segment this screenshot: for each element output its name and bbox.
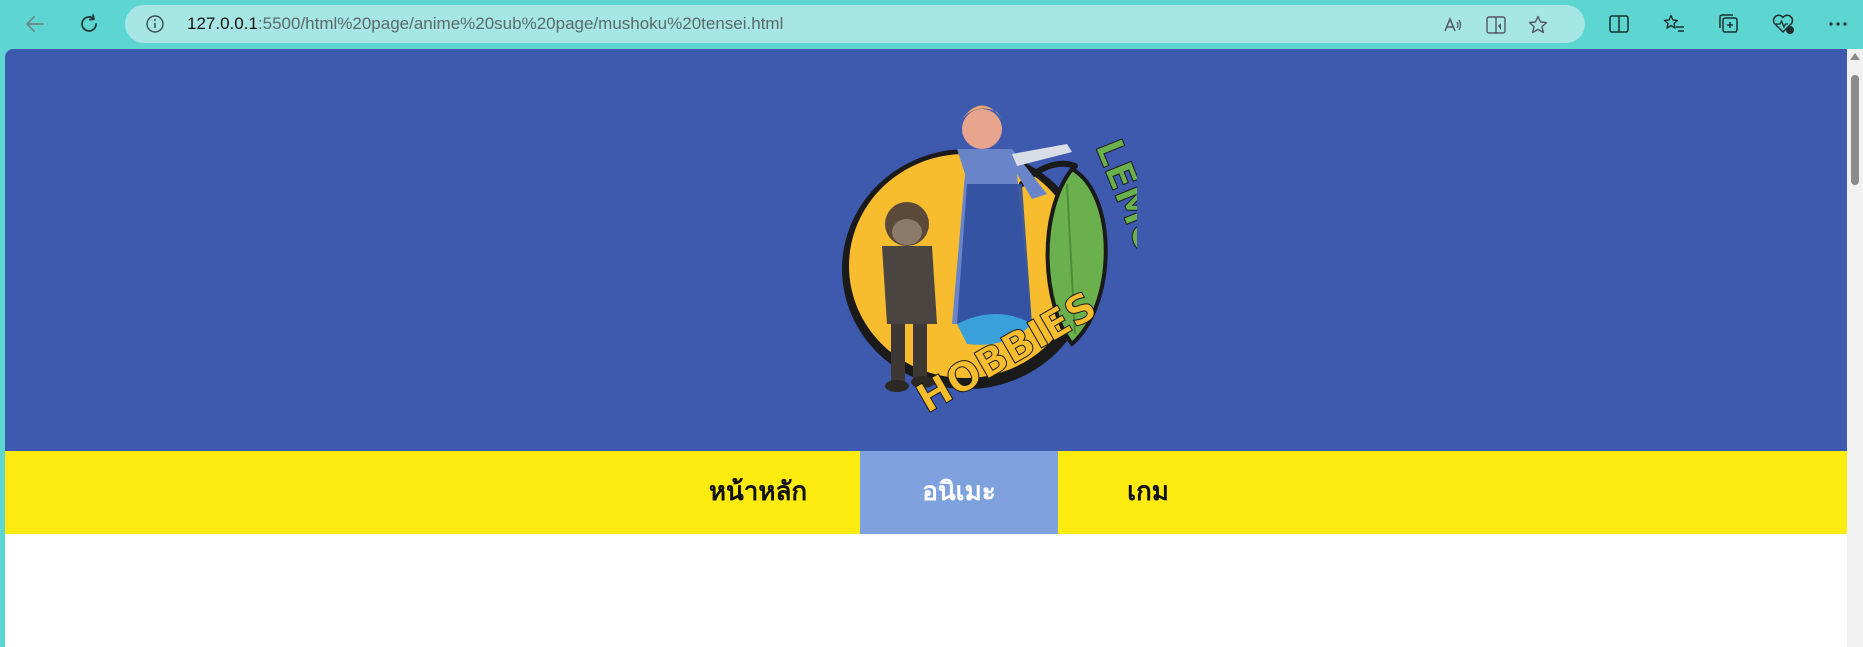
nav-home[interactable]: หน้าหลัก (658, 451, 858, 534)
collections-icon[interactable] (1711, 6, 1747, 42)
favorite-star-icon[interactable] (1527, 14, 1549, 36)
browser-toolbar: 127.0.0.1:5500/html%20page/anime%20sub%2… (0, 0, 1863, 48)
reload-button[interactable] (71, 6, 107, 42)
page-viewport: LEMON'S HOBBIES หน้าหลัก อนิเมะ เกม (5, 49, 1847, 647)
back-arrow-icon (26, 16, 44, 32)
split-screen-icon[interactable] (1601, 6, 1637, 42)
reload-icon (81, 14, 97, 32)
back-button[interactable] (17, 6, 53, 42)
vertical-scrollbar[interactable] (1847, 49, 1863, 647)
browser-essentials-icon[interactable] (1765, 6, 1801, 42)
lemons-hobbies-logo: LEMON'S HOBBIES (842, 105, 1137, 423)
url-text[interactable]: 127.0.0.1:5500/html%20page/anime%20sub%2… (187, 5, 783, 43)
scroll-thumb[interactable] (1851, 75, 1859, 185)
url-host: 127.0.0.1 (187, 14, 258, 33)
address-bar[interactable]: 127.0.0.1:5500/html%20page/anime%20sub%2… (125, 5, 1585, 43)
nav-game[interactable]: เกม (1058, 451, 1238, 534)
url-path: :5500/html%20page/anime%20sub%20page/mus… (257, 14, 784, 33)
site-info-icon[interactable] (145, 14, 165, 38)
favorites-icon[interactable] (1656, 6, 1692, 42)
read-aloud-icon[interactable] (1442, 14, 1464, 36)
scroll-up-arrow-icon[interactable] (1850, 53, 1860, 60)
immersive-reader-icon[interactable] (1485, 14, 1507, 36)
hero-banner: LEMON'S HOBBIES (5, 49, 1847, 451)
nav-anime[interactable]: อนิเมะ (860, 451, 1058, 534)
main-nav: หน้าหลัก อนิเมะ เกม (5, 451, 1847, 534)
more-menu-icon[interactable] (1820, 6, 1856, 42)
